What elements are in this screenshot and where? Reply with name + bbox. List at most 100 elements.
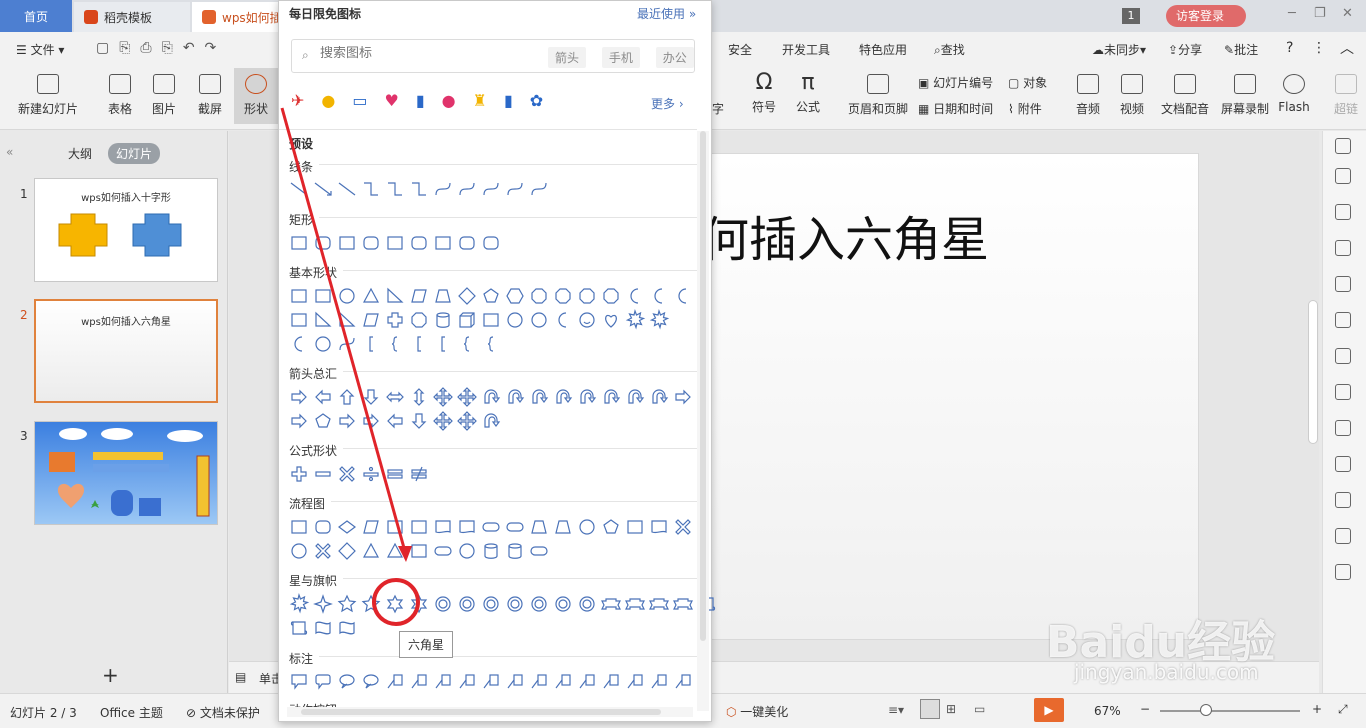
- notes-toggle-icon[interactable]: ≡▾: [888, 703, 904, 717]
- collapse-panel-icon[interactable]: «: [6, 145, 13, 159]
- callline-shape-icon[interactable]: [407, 669, 431, 693]
- rectangles-row[interactable]: [287, 231, 503, 255]
- rect-shape-icon[interactable]: [287, 284, 311, 308]
- curve-shape-icon[interactable]: [527, 177, 551, 201]
- header-footer-button[interactable]: 页眉和页脚: [846, 74, 910, 117]
- moon-shape-icon[interactable]: [287, 332, 311, 356]
- callline-shape-icon[interactable]: [575, 669, 599, 693]
- trophy-icon[interactable]: ♜: [473, 91, 487, 110]
- tab-home[interactable]: 首页: [0, 0, 72, 32]
- term-shape-icon[interactable]: [479, 515, 503, 539]
- moon-shape-icon[interactable]: [671, 284, 695, 308]
- shield-icon[interactable]: [1335, 564, 1351, 580]
- pent-shape-icon[interactable]: [599, 515, 623, 539]
- document-icon[interactable]: [1335, 420, 1351, 436]
- curve-shape-icon[interactable]: [335, 332, 359, 356]
- rect-shape-icon[interactable]: [383, 231, 407, 255]
- chart-icon[interactable]: [1335, 348, 1351, 364]
- pent-shape-icon[interactable]: [311, 409, 335, 433]
- formula-button[interactable]: π 公式: [790, 70, 826, 115]
- callline-shape-icon[interactable]: [671, 669, 695, 693]
- restore-icon[interactable]: ❐: [1314, 6, 1326, 21]
- callouts-row[interactable]: [287, 669, 695, 693]
- arrowline-shape-icon[interactable]: [311, 177, 335, 201]
- file-menu[interactable]: ☰ 文件 ▾: [16, 41, 64, 58]
- cross-shape-icon[interactable]: [383, 308, 407, 332]
- diamond-shape-icon[interactable]: [455, 284, 479, 308]
- ellipse-shape-icon[interactable]: [287, 539, 311, 563]
- callline-shape-icon[interactable]: [647, 669, 671, 693]
- callline-shape-icon[interactable]: [479, 669, 503, 693]
- uturn-shape-icon[interactable]: [551, 385, 575, 409]
- rect-shape-icon[interactable]: [383, 515, 407, 539]
- can-shape-icon[interactable]: [431, 308, 455, 332]
- divide-shape-icon[interactable]: [359, 462, 383, 486]
- basic-shapes-row-3[interactable]: [287, 332, 503, 356]
- trap-shape-icon[interactable]: [527, 515, 551, 539]
- export-icon[interactable]: [1335, 456, 1351, 472]
- quick-access-icons[interactable]: ▢⎘⎙⎘↶↷: [96, 40, 226, 56]
- term-shape-icon[interactable]: [527, 539, 551, 563]
- stars-row-2[interactable]: [287, 616, 359, 640]
- shape-button[interactable]: 形状: [234, 68, 278, 124]
- rarrow-shape-icon[interactable]: [335, 409, 359, 433]
- tab-document[interactable]: wps如何插: [192, 2, 282, 32]
- icon-search-box[interactable]: ⌕ 箭头 手机 办公: [291, 39, 695, 73]
- hex-shape-icon[interactable]: [503, 284, 527, 308]
- chip-phone[interactable]: 手机: [601, 47, 640, 68]
- round-shape-icon[interactable]: [311, 515, 335, 539]
- rarrow-shape-icon[interactable]: [287, 409, 311, 433]
- round-shape-icon[interactable]: [311, 231, 335, 255]
- icon-search-input[interactable]: [320, 46, 520, 61]
- tab-slides[interactable]: 幻灯片: [108, 143, 161, 164]
- starN-shape-icon[interactable]: [431, 592, 455, 616]
- callrect-shape-icon[interactable]: [287, 669, 311, 693]
- fill-icon[interactable]: [1335, 276, 1351, 292]
- ribbon-shape-icon[interactable]: [623, 592, 647, 616]
- elbow-shape-icon[interactable]: [383, 177, 407, 201]
- starN-shape-icon[interactable]: [479, 592, 503, 616]
- smile-shape-icon[interactable]: [575, 308, 599, 332]
- cube-shape-icon[interactable]: [455, 308, 479, 332]
- line-shape-icon[interactable]: [335, 177, 359, 201]
- slide-number-button[interactable]: ▣ 幻灯片编号: [918, 74, 993, 91]
- attachment-button[interactable]: ⌇ 附件: [1008, 100, 1042, 117]
- text-button[interactable]: 字: [712, 74, 734, 117]
- rect-shape-icon[interactable]: [623, 515, 647, 539]
- rarrow-shape-icon[interactable]: [287, 385, 311, 409]
- burst-shape-icon[interactable]: [623, 308, 647, 332]
- collapse-ribbon-icon[interactable]: ︿: [1340, 38, 1354, 58]
- menu-features[interactable]: 特色应用: [859, 41, 907, 58]
- normal-view-icon[interactable]: [920, 699, 940, 719]
- recent-link[interactable]: 最近使用 »: [637, 5, 696, 22]
- zoom-in-icon[interactable]: +: [1312, 702, 1322, 716]
- uturn-shape-icon[interactable]: [503, 385, 527, 409]
- chip-arrow[interactable]: 箭头: [548, 47, 587, 68]
- calloval-shape-icon[interactable]: [359, 669, 383, 693]
- moon-shape-icon[interactable]: [551, 308, 575, 332]
- bulb-icon[interactable]: ●: [321, 91, 335, 110]
- lrarrow-shape-icon[interactable]: [383, 385, 407, 409]
- darrow-shape-icon[interactable]: [359, 385, 383, 409]
- flash-button[interactable]: Flash: [1276, 74, 1312, 114]
- popup-horizontal-scrollbar[interactable]: [287, 707, 693, 717]
- help-icon[interactable]: ?: [1286, 40, 1293, 56]
- arrows-row-1[interactable]: [287, 385, 695, 409]
- more-icon[interactable]: ⋮: [1312, 40, 1326, 56]
- rarrow-shape-icon[interactable]: [359, 409, 383, 433]
- minus-shape-icon[interactable]: [311, 462, 335, 486]
- trap-shape-icon[interactable]: [551, 515, 575, 539]
- zoom-slider-thumb[interactable]: [1200, 704, 1212, 716]
- star5-shape-icon[interactable]: [335, 592, 359, 616]
- round-shape-icon[interactable]: [479, 231, 503, 255]
- tri-shape-icon[interactable]: [359, 284, 383, 308]
- wave-shape-icon[interactable]: [311, 616, 335, 640]
- rect-shape-icon[interactable]: [311, 284, 335, 308]
- zoom-level[interactable]: 67%: [1094, 704, 1121, 718]
- calloval-shape-icon[interactable]: [335, 669, 359, 693]
- file-icon[interactable]: ▮: [504, 91, 513, 110]
- hyperlink-button[interactable]: 超链: [1326, 74, 1366, 117]
- formula-row[interactable]: [287, 462, 431, 486]
- pent-shape-icon[interactable]: [479, 284, 503, 308]
- noteq-shape-icon[interactable]: [407, 462, 431, 486]
